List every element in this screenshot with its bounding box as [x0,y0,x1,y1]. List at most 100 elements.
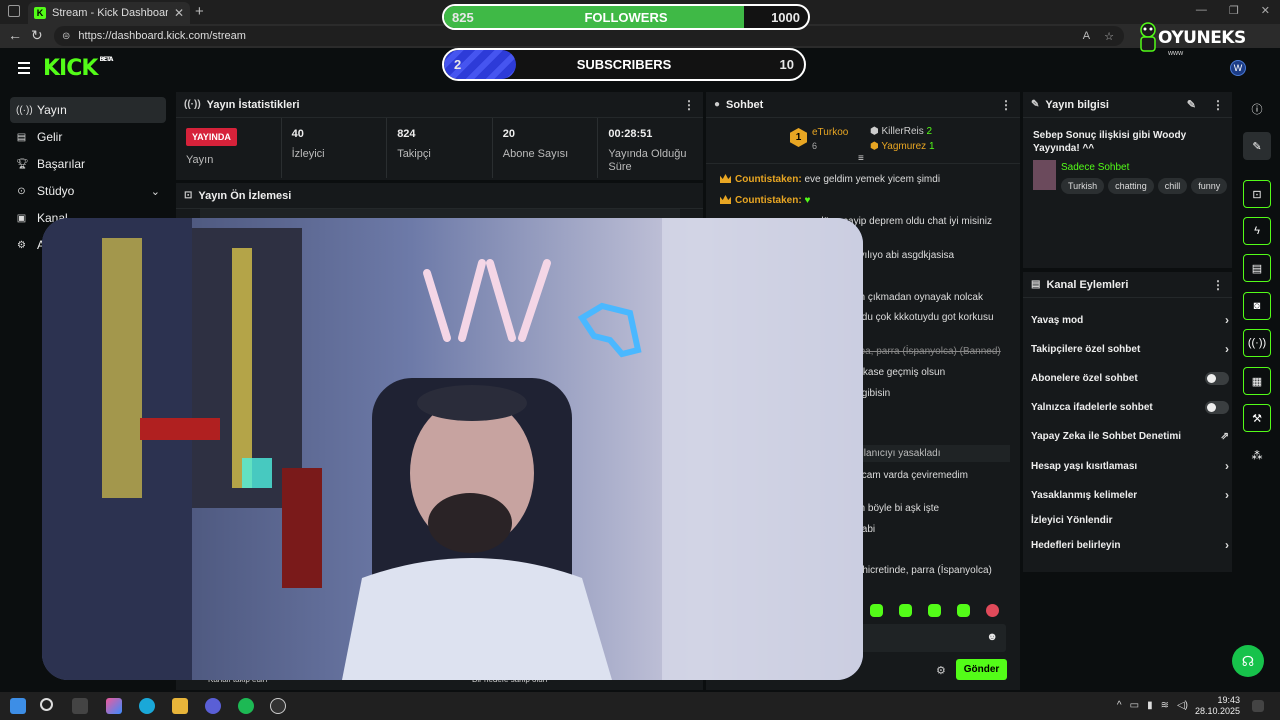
action-subscribers-only[interactable]: Abonelere özel sohbet [1031,367,1229,389]
battery-icon[interactable]: ▭ [1130,700,1139,711]
edge-icon[interactable] [139,698,155,714]
layout-icon[interactable]: ▦ [1243,367,1271,395]
discord-icon[interactable] [205,698,221,714]
chat-settings-icon[interactable]: ⚙ [936,664,946,677]
broadcast-icon[interactable]: ((·)) [1243,329,1271,357]
edit-pencil-icon[interactable]: ✎ [1187,98,1196,111]
gifter-name[interactable]: Yagmurez [881,141,926,152]
start-icon[interactable] [10,698,26,714]
chat-username[interactable]: Countistaken: [735,195,802,206]
more-options-icon[interactable]: ⋮ [1212,278,1224,292]
chat-message: oldu çok kkkotuydu got korkusu [854,312,994,323]
more-options-icon[interactable]: ⋮ [1212,98,1224,112]
tab-actions-icon[interactable] [8,5,20,17]
wifi-icon[interactable]: ≋ [1161,700,1169,711]
action-slow-mode[interactable]: Yavaş mod › [1031,309,1229,331]
chevron-down-icon: ⌄ [150,185,160,198]
emotes-only-toggle[interactable] [1205,400,1229,414]
time: 19:43 [1217,695,1240,705]
refresh-icon[interactable]: ↻ [31,27,43,44]
minimize-icon[interactable]: — [1196,4,1207,17]
emoji-icon[interactable]: ☻ [986,631,998,643]
chat-message: Countistaken: ♥ [720,195,810,206]
stream-stats-panel: ((·)) Yayın İstatistikleri ⋮ YAYINDA Yay… [176,92,703,180]
top-gifter-name[interactable]: eTurkoo [812,127,848,138]
spotify-icon[interactable] [238,698,254,714]
edit-icon[interactable]: ✎ [1243,132,1271,160]
stat-label: İzleyici [291,148,325,160]
studio-icon: ⊙ [17,185,26,197]
category-thumbnail[interactable] [1033,160,1056,190]
emote-icon[interactable] [870,604,883,617]
close-window-icon[interactable]: ✕ [1261,4,1270,17]
bolt-icon[interactable]: ϟ [1243,217,1271,245]
subscribers-only-toggle[interactable] [1205,371,1229,385]
help-chat-icon[interactable]: ☊ [1232,645,1264,677]
sidebar-item-studyo[interactable]: ⊙ Stüdyo ⌄ [10,178,166,204]
read-aloud-icon[interactable]: A [1083,30,1090,43]
browser-tab[interactable]: K Stream - Kick Dashboard ✕ [28,2,190,24]
file-explorer-icon[interactable] [172,698,188,714]
tag[interactable]: Turkish [1061,178,1105,194]
action-ai-moderation[interactable]: Yapay Zeka ile Sohbet Denetimi ⇗ [1031,425,1229,447]
stat-subscribers: 20 Abone Sayısı [493,118,599,178]
sidebar-item-yayin[interactable]: ((·)) Yayın [10,97,166,123]
action-label: Abonelere özel sohbet [1031,372,1138,384]
gifter-name[interactable]: KillerReis [882,126,924,137]
emote-icon[interactable] [957,604,970,617]
gifter-count: 1 [928,141,935,152]
menu-icon[interactable] [18,62,30,77]
action-banned-words[interactable]: Yasaklanmış kelimeler › [1031,484,1229,506]
more-options-icon[interactable]: ⋮ [1000,98,1012,112]
action-set-goals[interactable]: Hedefleri belirleyin › [1031,534,1229,556]
obs-icon[interactable] [270,698,286,714]
chat-bubble-icon: ● [714,99,721,110]
site-info-icon[interactable]: ⊜ [62,31,70,42]
chat-username[interactable]: Countistaken: [735,174,802,185]
wrench-icon[interactable]: ⚒ [1243,404,1271,432]
more-options-icon[interactable]: ⋮ [683,98,695,112]
kick-logo[interactable]: KICK BETA [43,56,113,81]
action-label: Hesap yaşı kısıtlaması [1031,460,1138,472]
emote-icon[interactable] [899,604,912,617]
task-view-icon[interactable] [72,698,88,714]
taskbar-clock[interactable]: 19:43 28.10.2025 [1195,695,1240,717]
chevron-up-icon[interactable]: ^ [1117,700,1122,711]
favorite-star-icon[interactable]: ☆ [1104,30,1114,43]
tag[interactable]: chatting [1108,178,1154,194]
tag[interactable]: chill [1157,178,1188,194]
tag[interactable]: funny [1191,178,1228,194]
chat-input[interactable]: ☻ [856,624,1006,652]
category-name[interactable]: Sadece Sohbet [1061,162,1129,173]
action-label: İzleyici Yönlendir [1031,514,1113,526]
emote-icon[interactable] [928,604,941,617]
new-tab-icon[interactable]: + [195,3,204,20]
action-raid[interactable]: İzleyici Yönlendir [1031,509,1229,531]
search-icon[interactable] [40,698,53,711]
notifications-icon[interactable] [1252,700,1264,712]
info-icon[interactable]: ⓘ [1243,95,1271,123]
action-emotes-only[interactable]: Yalnızca ifadelerle sohbet [1031,396,1229,418]
actions-header: ▤ Kanal Eylemleri ⋮ [1023,272,1232,298]
close-tab-icon[interactable]: ✕ [174,6,184,20]
expand-icon[interactable]: ≡ [858,153,864,164]
mic-icon[interactable]: ▮ [1147,700,1153,711]
camera-icon[interactable]: ⊡ [1243,180,1271,208]
copilot-icon[interactable] [106,698,122,714]
user-avatar[interactable]: W [1230,60,1246,76]
edit-icon: ✎ [1031,99,1040,110]
send-button[interactable]: Gönder [956,659,1007,680]
sidebar-item-gelir[interactable]: ▤ Gelir [10,124,166,150]
volume-icon[interactable]: ◁) [1177,700,1188,711]
action-followers-only[interactable]: Takipçilere özel sohbet › [1031,338,1229,360]
emote-icon[interactable] [986,604,999,617]
chevron-right-icon: › [1225,342,1229,356]
apps-icon[interactable]: ⁂ [1243,441,1271,469]
maximize-icon[interactable]: ❐ [1229,4,1239,17]
back-icon[interactable]: ← [8,27,22,43]
channel-icon: ▣ [16,212,27,224]
action-account-age[interactable]: Hesap yaşı kısıtlaması › [1031,455,1229,477]
sidebar-item-basarilar[interactable]: 🏆︎ Başarılar [10,151,166,177]
chat-icon[interactable]: ◙ [1243,292,1271,320]
notes-icon[interactable]: ▤ [1243,254,1271,282]
